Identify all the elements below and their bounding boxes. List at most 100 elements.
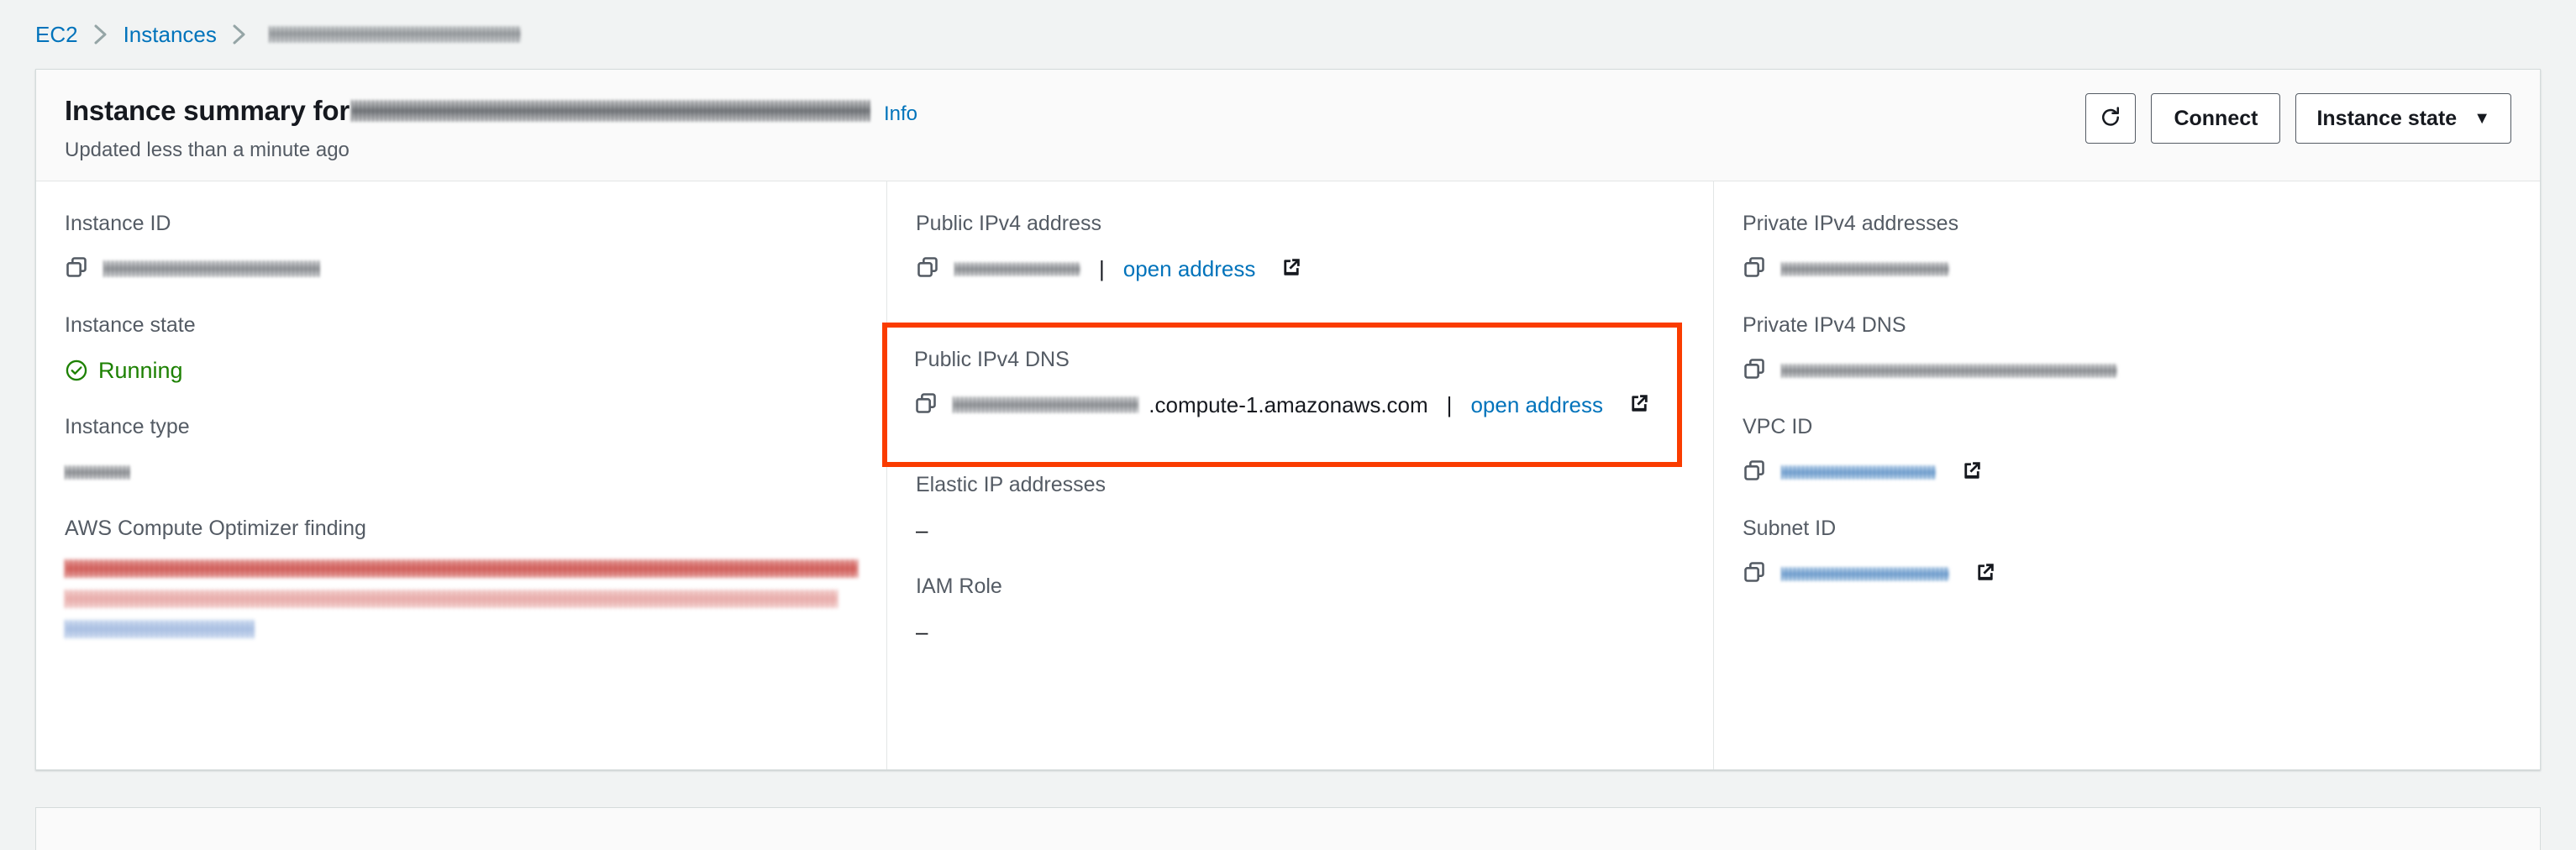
field-value-instance-state: Running (65, 356, 858, 385)
value-separator: | (1099, 255, 1105, 281)
field-label-iam-role: IAM Role (916, 575, 1002, 598)
public-ipv4-dns-suffix: .compute-1.amazonaws.com (1149, 391, 1428, 417)
field-compute-optimizer: AWS Compute Optimizer finding (65, 517, 858, 638)
field-label-vpc-id: VPC ID (1743, 415, 1813, 438)
breadcrumb: EC2 Instances (0, 0, 2576, 69)
external-link-icon[interactable] (1961, 459, 1983, 485)
field-instance-type: Instance type (65, 415, 858, 486)
field-value-compute-optimizer (65, 559, 858, 638)
chevron-right-icon (78, 24, 124, 45)
summary-column-right: Private IPv4 addresses Private IPv4 DNS (1713, 181, 2540, 769)
field-value-vpc-id (1743, 458, 2511, 486)
field-label-elastic-ip-addresses: Elastic IP addresses (916, 473, 1107, 496)
page-title: Instance summary for (65, 95, 350, 126)
subnet-id-value-redacted[interactable] (1781, 566, 1949, 581)
value-separator: | (1446, 391, 1453, 417)
copy-icon[interactable] (1743, 459, 1766, 486)
private-ipv4-addresses-value-redacted (1781, 261, 1949, 276)
refresh-icon (2098, 106, 2123, 131)
status-label: Running (98, 357, 183, 383)
panel-header-actions: Connect Instance state ▼ (2085, 92, 2511, 144)
connect-button[interactable]: Connect (2151, 93, 2281, 144)
field-subnet-id: Subnet ID (1743, 517, 2511, 588)
field-label-public-ipv4-dns: Public IPv4 DNS (914, 348, 1070, 371)
field-label-subnet-id: Subnet ID (1743, 517, 1837, 540)
tab-networking[interactable]: Networking (315, 808, 477, 850)
field-label-instance-id: Instance ID (65, 212, 171, 235)
field-private-ipv4-addresses: Private IPv4 addresses (1743, 212, 2511, 283)
field-private-ipv4-dns: Private IPv4 DNS (1743, 313, 2511, 385)
copy-icon[interactable] (1743, 255, 1766, 283)
field-instance-id: Instance ID (65, 212, 858, 283)
breadcrumb-item-ec2[interactable]: EC2 (35, 22, 78, 48)
open-address-link[interactable]: open address (1470, 392, 1603, 418)
tab-details[interactable]: Details (56, 808, 182, 850)
field-public-ipv4-address: Public IPv4 address | open address (916, 212, 1685, 283)
field-value-private-ipv4-addresses (1743, 254, 2511, 283)
tab-storage[interactable]: Storage (477, 808, 608, 850)
copy-icon[interactable] (916, 255, 939, 283)
instance-id-value-redacted (103, 260, 320, 277)
private-ipv4-dns-value-redacted (1781, 363, 2117, 378)
field-value-elastic-ip-addresses: – (916, 516, 1685, 544)
title-row: Instance summary for Info (65, 95, 917, 127)
panel-header-left: Instance summary for Info Updated less t… (65, 92, 917, 162)
instance-details-tabs-panel: Details Security Networking Storage Stat… (35, 807, 2541, 850)
field-label-private-ipv4-dns: Private IPv4 DNS (1743, 313, 1906, 337)
compute-optimizer-line-1-redacted (65, 559, 858, 578)
field-iam-role: IAM Role – (916, 575, 1685, 646)
compute-optimizer-link-redacted[interactable] (65, 620, 255, 638)
field-vpc-id: VPC ID (1743, 415, 2511, 486)
highlight-box-public-ipv4-dns: Public IPv4 DNS .compute-1.amazonaws.com… (882, 323, 1682, 467)
external-link-icon[interactable] (1628, 392, 1650, 418)
tab-tags[interactable]: Tags (951, 808, 1053, 850)
field-label-public-ipv4-address: Public IPv4 address (916, 212, 1101, 235)
copy-icon[interactable] (914, 391, 938, 419)
field-public-ipv4-dns: Public IPv4 DNS .compute-1.amazonaws.com… (914, 348, 1650, 419)
field-instance-state: Instance state Running (65, 313, 858, 385)
instance-type-value-redacted (65, 464, 130, 480)
public-ipv4-dns-prefix-redacted (953, 396, 1139, 413)
tab-security[interactable]: Security (182, 808, 315, 850)
instance-summary-grid: Instance ID Instance state Running Insta… (36, 181, 2540, 769)
field-value-subnet-id (1743, 559, 2511, 588)
status-positive-icon (65, 359, 88, 382)
chevron-right-icon-2 (217, 24, 262, 45)
tab-strip: Details Security Networking Storage Stat… (36, 808, 2540, 850)
field-value-iam-role: – (916, 617, 1685, 646)
field-label-compute-optimizer: AWS Compute Optimizer finding (65, 517, 366, 540)
field-value-public-ipv4-address: | open address (916, 254, 1685, 283)
refresh-button[interactable] (2085, 93, 2137, 144)
field-value-instance-type (65, 458, 858, 486)
instance-summary-panel: Instance summary for Info Updated less t… (35, 69, 2541, 770)
field-value-instance-id (65, 254, 858, 283)
public-ipv4-address-value-redacted (954, 261, 1080, 276)
field-elastic-ip-addresses: Elastic IP addresses – (916, 473, 1685, 544)
tab-monitoring[interactable]: Monitoring (796, 808, 952, 850)
status-badge: Running (65, 358, 183, 384)
summary-column-middle: Public IPv4 address | open address Publi… (882, 181, 1713, 769)
vpc-id-value-redacted[interactable] (1781, 464, 1936, 480)
page-title-instance-name-redacted (350, 100, 870, 122)
chevron-down-icon: ▼ (2473, 109, 2490, 128)
copy-icon[interactable] (1743, 357, 1766, 385)
copy-icon[interactable] (65, 255, 88, 283)
field-label-instance-type: Instance type (65, 415, 190, 438)
open-address-link[interactable]: open address (1123, 256, 1256, 282)
info-link[interactable]: Info (884, 102, 917, 126)
field-value-public-ipv4-dns: .compute-1.amazonaws.com | open address (914, 391, 1650, 419)
tab-status-checks[interactable]: Status checks (608, 808, 796, 850)
breadcrumb-item-instance-id-redacted[interactable] (268, 26, 521, 43)
field-value-private-ipv4-dns (1743, 356, 2511, 385)
external-link-icon[interactable] (1974, 561, 1996, 587)
field-label-private-ipv4-addresses: Private IPv4 addresses (1743, 212, 1959, 235)
field-label-instance-state: Instance state (65, 313, 196, 337)
iam-role-value: – (916, 619, 928, 644)
breadcrumb-item-instances[interactable]: Instances (124, 22, 217, 48)
elastic-ip-addresses-value: – (916, 517, 928, 543)
copy-icon[interactable] (1743, 560, 1766, 588)
instance-state-dropdown-button[interactable]: Instance state ▼ (2295, 93, 2511, 144)
external-link-icon[interactable] (1280, 256, 1302, 282)
updated-timestamp: Updated less than a minute ago (65, 139, 350, 161)
summary-column-left: Instance ID Instance state Running Insta… (36, 181, 886, 769)
